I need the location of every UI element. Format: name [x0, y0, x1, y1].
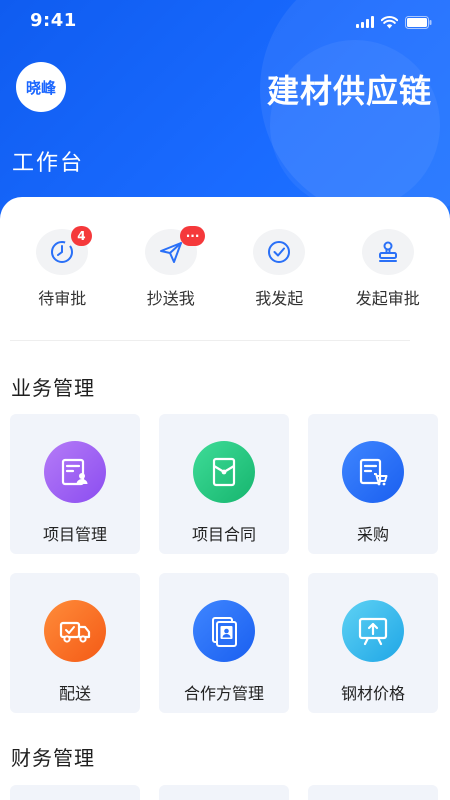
card-label: 钢材价格: [340, 684, 405, 703]
header: 9:41 晓峰 建材供应链 工作台: [0, 0, 450, 230]
finance-card[interactable]: [308, 785, 438, 800]
card-label: 项目合同: [191, 525, 256, 544]
pending-badge: 4: [71, 226, 92, 246]
quick-action-my-initiated[interactable]: 我发起: [229, 229, 329, 309]
section-title-business: 业务管理: [11, 376, 95, 400]
status-icons: [356, 14, 432, 30]
quick-action-label: 我发起: [255, 289, 304, 308]
card-partner-management[interactable]: 合作方管理: [159, 573, 289, 713]
partner-card-icon: [193, 600, 255, 662]
quick-action-cc-me[interactable]: ··· 抄送我: [121, 226, 221, 309]
contract-envelope-icon: [193, 441, 255, 503]
status-time: 9:41: [30, 10, 77, 31]
cc-badge: ···: [179, 226, 206, 246]
battery-icon: [405, 15, 432, 29]
quick-actions: 4 待审批 ··· 抄送我 我发起 发起审批: [0, 226, 450, 309]
wifi-icon: [381, 15, 398, 28]
quick-action-label: 抄送我: [146, 289, 195, 308]
finance-card[interactable]: [10, 785, 140, 800]
card-label: 采购: [356, 525, 389, 544]
purchase-cart-icon: [342, 441, 404, 503]
card-project-contract[interactable]: 项目合同: [159, 414, 289, 554]
paper-plane-icon: ···: [144, 226, 206, 275]
check-circle-icon: [253, 229, 306, 275]
signal-icon: [356, 16, 374, 28]
card-steel-price[interactable]: 钢材价格: [308, 573, 438, 713]
quick-action-start-approval[interactable]: 发起审批: [338, 229, 438, 309]
quick-action-pending-approval[interactable]: 4 待审批: [12, 226, 112, 309]
clock-check-icon: 4: [36, 226, 92, 275]
delivery-truck-icon: [44, 600, 106, 662]
price-board-icon: [342, 600, 404, 662]
avatar[interactable]: 晓峰: [16, 62, 66, 112]
status-bar: 9:41: [0, 0, 450, 44]
app-title: 建材供应链: [266, 72, 432, 110]
project-document-icon: [44, 441, 106, 503]
stamp-icon: [361, 229, 414, 275]
workbench-title: 工作台: [12, 151, 85, 176]
card-delivery[interactable]: 配送: [10, 573, 140, 713]
card-purchase[interactable]: 采购: [308, 414, 438, 554]
card-label: 配送: [58, 684, 91, 703]
section-title-finance: 财务管理: [11, 746, 95, 770]
quick-action-label: 发起审批: [355, 289, 420, 308]
card-project-management[interactable]: 项目管理: [10, 414, 140, 554]
finance-card[interactable]: [159, 785, 289, 800]
divider: [10, 340, 410, 341]
workbench-panel: 4 待审批 ··· 抄送我 我发起 发起审批 业务管理 项目管理 项目合同 采购…: [0, 197, 450, 800]
card-label: 项目管理: [42, 525, 107, 544]
card-label: 合作方管理: [183, 684, 264, 703]
quick-action-label: 待审批: [38, 289, 87, 308]
